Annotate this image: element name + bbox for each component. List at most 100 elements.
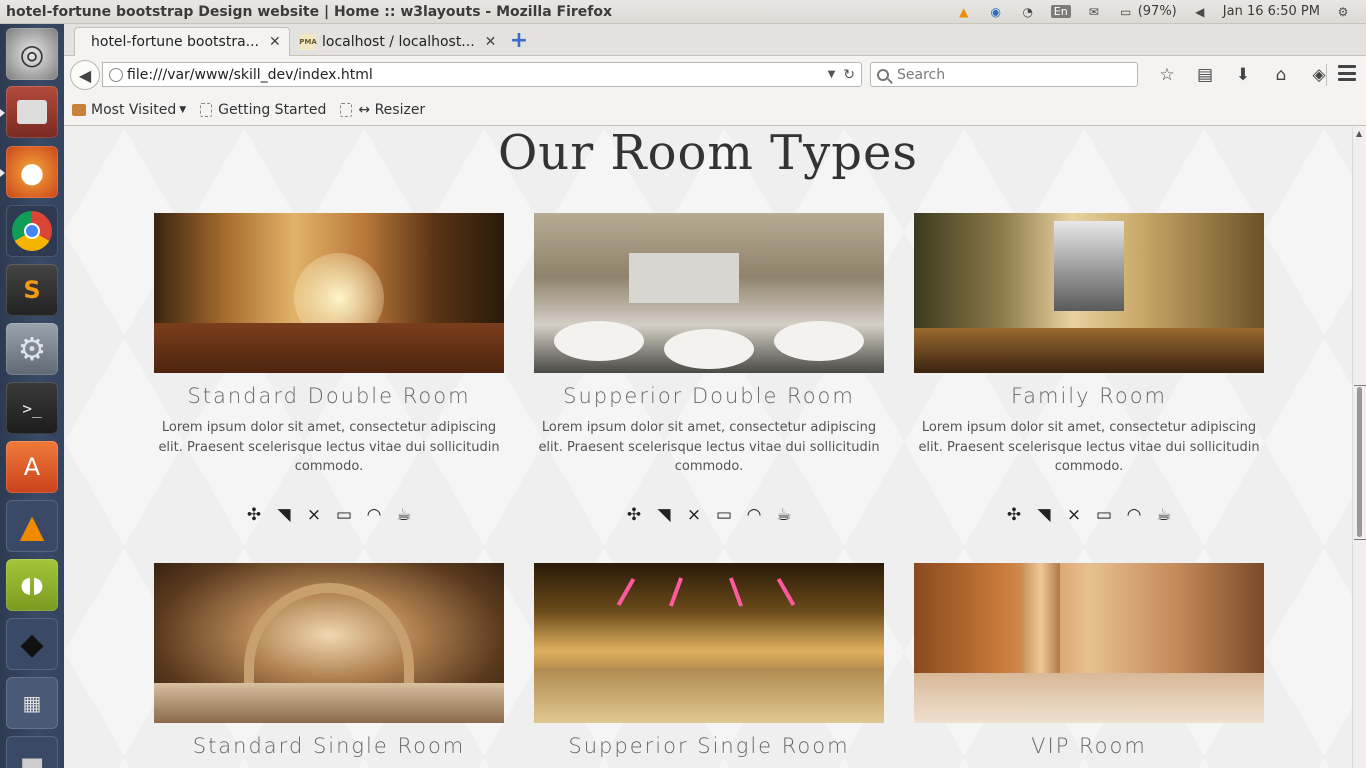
trash-icon[interactable]: ▬ [6,736,58,768]
tab-hotel-fortune[interactable]: hotel-fortune bootstra... ✕ [74,27,290,56]
unity-launcher: ◎ ● S ⚙ >_ A ▲ ◖◗ ◆ ▦ ▬ [0,24,64,768]
search-icon [877,68,889,81]
fan-icon: ✣ [246,504,262,525]
home-icon[interactable]: ⌂ [1262,62,1300,88]
room-card: Standard Double Room Lorem ipsum dolor s… [154,213,504,525]
tv-icon: ▭ [1095,504,1113,525]
room-card: Supperior Single Room [534,563,884,758]
new-tab-button[interactable]: + [508,28,530,53]
tv-icon: ▭ [715,504,733,525]
firefox-icon[interactable]: ● [6,146,58,198]
downloads-icon[interactable]: ⬇ [1224,62,1262,88]
update-icon[interactable]: ◉ [987,4,1005,20]
power-gear-icon[interactable]: ⚙ [1334,4,1352,20]
tab-label: localhost / localhost... [322,33,475,50]
network-icon[interactable]: ◔ [1019,4,1037,20]
bookmark-label: ↔ Resizer [358,101,426,118]
room-description: Lorem ipsum dolor sit amet, consectetur … [538,420,880,474]
room-photo[interactable] [154,563,504,723]
room-photo[interactable] [154,213,504,373]
room-photo[interactable] [534,563,884,723]
phpmyadmin-icon: PMA [299,33,317,50]
bookmark-star-icon[interactable]: ☆ [1148,62,1186,88]
page-title: Our Room Types [497,127,919,181]
room-card: Supperior Double Room Lorem ipsum dolor … [534,213,884,525]
scrollbar-thumb[interactable] [1357,387,1362,537]
bookmark-label: Getting Started [218,101,327,118]
room-description: Lorem ipsum dolor sit amet, consectetur … [918,420,1260,474]
close-icon[interactable]: ✕ [269,34,281,50]
room-card: VIP Room [914,563,1264,758]
wifi-icon: ◠ [746,504,762,525]
hairdryer-icon: ◥ [1037,504,1051,525]
back-button[interactable]: ◀ [70,60,100,90]
keyboard-layout-indicator[interactable]: En [1050,5,1071,18]
bookmark-getting-started[interactable]: Getting Started [200,102,326,118]
search-input[interactable]: Search [870,62,1138,87]
volume-icon[interactable]: ◀ [1191,4,1209,20]
back-arrow-icon: ◀ [78,65,92,85]
search-placeholder: Search [897,66,946,83]
battery-icon: ▭ [1120,4,1132,19]
bookmarks-toolbar: Most Visited ▼ Getting Started ↔ Resizer [64,94,1366,126]
amenity-icons: ✣ ◥ ⨯ ▭ ◠ ☕ [914,505,1264,525]
room-photo[interactable] [914,563,1264,723]
system-top-bar: hotel-fortune bootstrap Design website |… [0,0,1366,24]
page-icon [200,102,213,117]
navigation-toolbar: ◀ file:///var/www/skill_dev/index.html ▼… [64,56,1366,94]
hanger-icon: ⨯ [1066,504,1082,525]
chrome-icon[interactable] [6,205,58,257]
reload-icon[interactable]: ↻ [843,67,855,83]
folder-icon [72,103,86,116]
history-dropdown-icon[interactable]: ▼ [828,69,836,80]
bookmark-most-visited[interactable]: Most Visited ▼ [72,102,186,118]
pocket-icon[interactable]: ◈ [1300,62,1338,88]
hairdryer-icon: ◥ [277,504,291,525]
terminal-icon[interactable]: >_ [6,382,58,434]
hanger-icon: ⨯ [686,504,702,525]
tv-icon: ▭ [335,504,353,525]
window-title: hotel-fortune bootstrap Design website |… [6,3,613,20]
url-bar[interactable]: file:///var/www/skill_dev/index.html ▼ ↻ [102,62,862,87]
mail-icon[interactable]: ✉ [1085,4,1103,20]
battery-indicator[interactable]: ▭ (97%) [1117,4,1177,20]
coffee-icon: ☕ [1156,504,1172,525]
reading-list-icon[interactable]: ▤ [1186,62,1224,88]
hanger-icon: ⨯ [306,504,322,525]
tab-label: hotel-fortune bootstra... [91,34,260,50]
scroll-up-arrow-icon[interactable]: ▲ [1356,129,1362,138]
room-name: Family Room [1010,384,1168,408]
url-text[interactable]: file:///var/www/skill_dev/index.html [127,67,828,83]
toolbar-separator [1326,64,1327,86]
files-icon[interactable] [6,86,58,138]
room-card: Family Room Lorem ipsum dolor sit amet, … [914,213,1264,525]
room-name: Supperior Single Room [568,734,850,758]
room-photo[interactable] [914,213,1264,373]
workspaces-icon[interactable]: ▦ [6,677,58,729]
inkscape-icon[interactable]: ◆ [6,618,58,670]
battery-percent: (97%) [1137,4,1177,19]
room-name: Standard Single Room [192,734,466,758]
amenity-icons: ✣ ◥ ⨯ ▭ ◠ ☕ [534,505,884,525]
ubuntu-icon[interactable]: ◎ [6,28,58,80]
room-photo[interactable] [534,213,884,373]
page-icon [340,102,353,117]
room-name: Supperior Double Room [563,384,855,408]
fan-icon: ✣ [626,504,642,525]
close-icon[interactable]: ✕ [485,34,497,50]
page-scrollbar[interactable]: ▲ [1352,127,1366,768]
wifi-icon: ◠ [366,504,382,525]
tab-phpmyadmin[interactable]: PMA localhost / localhost... ✕ [292,27,498,56]
globe-icon [109,67,123,82]
vlc-tray-icon[interactable]: ▲ [955,4,973,20]
clock[interactable]: Jan 16 6:50 PM [1223,4,1320,19]
settings-icon[interactable]: ⚙ [6,323,58,375]
indicator-area: ▲ ◉ ◔ En ✉ ▭ (97%) ◀ Jan 16 6:50 PM ⚙ [955,4,1366,20]
vlc-icon[interactable]: ▲ [6,500,58,552]
sublime-icon[interactable]: S [6,264,58,316]
menu-icon[interactable] [1338,65,1356,81]
software-center-icon[interactable]: A [6,441,58,493]
android-icon[interactable]: ◖◗ [6,559,58,611]
room-card: Standard Single Room [154,563,504,758]
bookmark-resizer[interactable]: ↔ Resizer [340,102,425,118]
